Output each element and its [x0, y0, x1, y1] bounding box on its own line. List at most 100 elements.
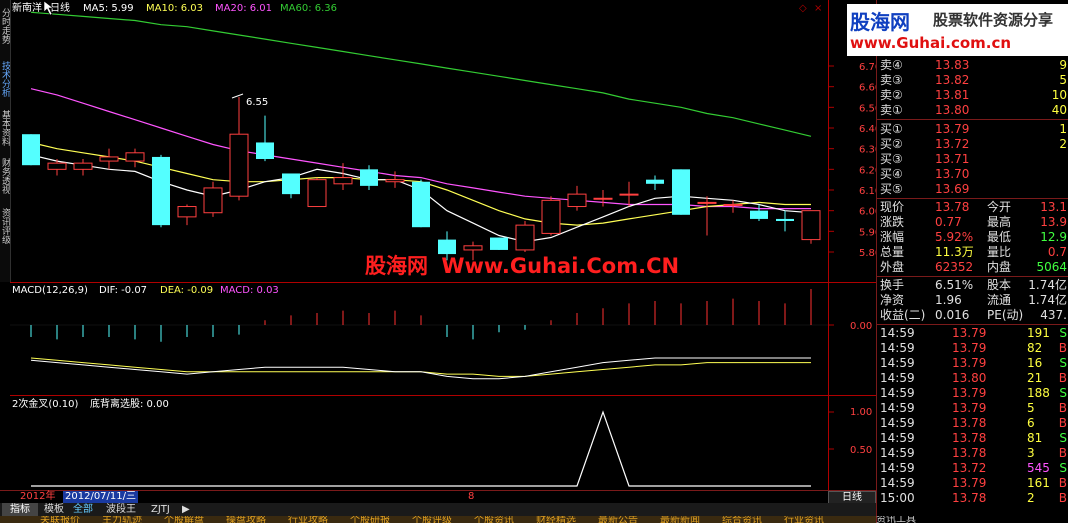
- candle[interactable]: [22, 134, 40, 166]
- left-tab-intraday[interactable]: 分时走势: [0, 0, 10, 52]
- stat-value: 5.92%: [935, 230, 974, 244]
- tab-indicator[interactable]: 指标: [2, 503, 38, 516]
- tick-flag: B: [1058, 416, 1067, 430]
- stat-value: 6.51%: [935, 278, 974, 292]
- ask-volume: 5: [1059, 73, 1067, 87]
- candle[interactable]: [412, 179, 430, 228]
- stat-value: 11.3万: [935, 245, 974, 259]
- tab-band-king[interactable]: 波段王: [106, 503, 136, 516]
- stock-name: 新南洋: [12, 1, 42, 14]
- candle[interactable]: [256, 115, 274, 162]
- news-tab[interactable]: 个股资讯: [474, 516, 514, 523]
- ask-label: 卖②: [880, 88, 903, 102]
- tick-row: 14:59 13.79 16 S: [877, 356, 1068, 371]
- tick-flag: B: [1058, 401, 1067, 415]
- tab-template[interactable]: 模板: [44, 503, 64, 516]
- news-tab[interactable]: 行业攻略: [288, 516, 328, 523]
- news-tab[interactable]: 最新公告: [598, 516, 638, 523]
- close-icon[interactable]: ×: [814, 3, 822, 14]
- bid-row: 买⑤ 13.69: [877, 182, 1068, 197]
- tab-more-icon[interactable]: ▶: [182, 503, 190, 516]
- candle[interactable]: [73, 159, 93, 176]
- candle-body: [776, 218, 794, 221]
- tab-all[interactable]: 全部: [73, 503, 93, 516]
- stat-value: 0.77: [935, 215, 962, 229]
- candle[interactable]: [490, 237, 508, 250]
- news-tab[interactable]: 个股研报: [350, 516, 390, 523]
- tick-volume: 191: [1027, 326, 1050, 340]
- left-tab-technical[interactable]: 技术分析: [0, 55, 10, 103]
- stat-value: 62352: [935, 260, 974, 274]
- news-tab[interactable]: 最新新闻: [660, 516, 700, 523]
- candle[interactable]: [99, 148, 119, 170]
- indicator-value: 底背离选股: 0.00: [90, 397, 169, 410]
- ask-row: 卖③ 13.82 5: [877, 73, 1068, 88]
- candle[interactable]: [801, 210, 821, 244]
- watermark-corner: 股海网 股票软件资源分享 www.Guhai.com.cn: [847, 4, 1068, 56]
- tab-zjtj[interactable]: ZJTJ: [151, 503, 170, 516]
- news-tab[interactable]: 综合资讯: [722, 516, 762, 523]
- candle-body: [541, 199, 561, 234]
- candle[interactable]: [282, 173, 300, 199]
- stat-row: 涨幅 5.92% 最低 12.9: [877, 230, 1068, 245]
- chart-area[interactable]: 6.70 6.60 6.50 6.40 6.30 6.20 6.10 6.00 5.90 5.80…: [10, 0, 881, 490]
- bid-price: 13.72: [935, 137, 970, 151]
- candle[interactable]: [47, 159, 67, 176]
- tick-time: 14:59: [880, 476, 915, 490]
- stat-label: 最高: [987, 215, 1012, 229]
- tick-time: 14:59: [880, 371, 915, 385]
- tick-flag: B: [1058, 341, 1067, 355]
- stat-row: 总量 11.3万 量比 0.7: [877, 245, 1068, 260]
- candle[interactable]: [619, 181, 639, 207]
- candle[interactable]: [567, 185, 587, 211]
- watermark-center-url: Www.Guhai.Com.CN: [441, 254, 680, 278]
- macd-dif: DIF: -0.07: [99, 285, 147, 296]
- news-tab[interactable]: 关联报价: [40, 516, 80, 523]
- candle[interactable]: [593, 190, 613, 207]
- candle[interactable]: [697, 196, 717, 236]
- stat-label: 总量: [880, 245, 905, 259]
- tick-price: 13.79: [952, 326, 987, 340]
- stat-value: 1.74亿: [1028, 293, 1067, 307]
- candle[interactable]: [125, 148, 145, 168]
- kline-chart[interactable]: 6.70 6.60 6.50 6.40 6.30 6.20 6.10 6.00 5.90 5.80…: [10, 0, 881, 490]
- price-axis-label: 5.90: [859, 227, 876, 238]
- news-tab-tools[interactable]: 资讯工具: [876, 516, 916, 523]
- stat-value: 437.: [1040, 308, 1067, 322]
- news-tab[interactable]: 个股评级: [412, 516, 452, 523]
- candle[interactable]: [177, 204, 197, 226]
- news-tab[interactable]: 操盘攻略: [226, 516, 266, 523]
- tick-flag: B: [1058, 371, 1067, 385]
- tick-price: 13.79: [952, 401, 987, 415]
- candle[interactable]: [307, 177, 327, 208]
- candle[interactable]: [646, 175, 664, 190]
- candle[interactable]: [541, 196, 561, 236]
- bid-row: 买② 13.72 2: [877, 137, 1068, 152]
- left-tab-profile[interactable]: 基本资料: [0, 106, 10, 150]
- tick-price: 13.79: [952, 341, 987, 355]
- candle[interactable]: [750, 204, 768, 221]
- news-tab[interactable]: 财经精选: [536, 516, 576, 523]
- settings-diamond-icon[interactable]: ◇: [799, 3, 807, 14]
- candle[interactable]: [776, 210, 794, 232]
- ask-price: 13.81: [935, 88, 970, 102]
- candle[interactable]: [672, 169, 690, 215]
- news-tab[interactable]: 行业资讯: [784, 516, 824, 523]
- left-tab-finance[interactable]: 财务透视: [0, 153, 10, 199]
- candle[interactable]: [333, 163, 353, 190]
- left-tab-rating[interactable]: 资讯评级: [0, 202, 10, 250]
- candle[interactable]: [515, 221, 535, 252]
- ma60-line: [30, 11, 812, 137]
- tick-time: 14:59: [880, 401, 915, 415]
- tick-row: 14:59 13.79 188 S: [877, 386, 1068, 401]
- candle-body: [697, 201, 717, 204]
- candle[interactable]: [203, 181, 223, 217]
- candle[interactable]: [229, 97, 249, 201]
- tick-volume: 5: [1027, 401, 1035, 415]
- candle[interactable]: [152, 154, 170, 228]
- indicator-axis-05: 0.50: [850, 445, 872, 456]
- news-tab[interactable]: 主力轨迹: [102, 516, 142, 523]
- candle[interactable]: [385, 171, 405, 188]
- candle[interactable]: [360, 165, 378, 190]
- news-tab[interactable]: 个股解盘: [164, 516, 204, 523]
